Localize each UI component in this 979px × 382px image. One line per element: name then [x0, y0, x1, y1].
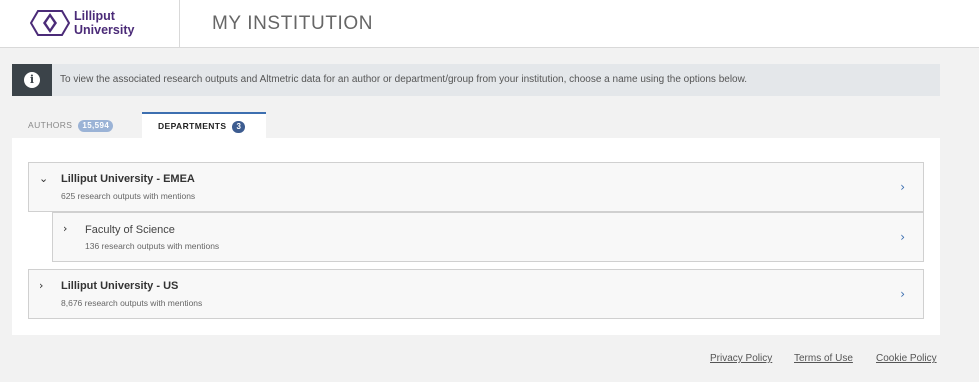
department-outputs: 8,676 research outputs with mentions — [61, 298, 203, 308]
info-banner: i To view the associated research output… — [12, 64, 940, 96]
department-outputs: 625 research outputs with mentions — [61, 191, 196, 201]
tab-departments[interactable]: DEPARTMENTS 3 — [142, 112, 266, 138]
department-row-faculty-of-science[interactable]: › Faculty of Science 136 research output… — [52, 212, 924, 262]
chevron-right-icon[interactable]: › — [900, 287, 905, 301]
logo-line-1: Lilliput — [74, 9, 115, 23]
info-text: To view the associated research outputs … — [60, 74, 748, 85]
logo-line-2: University — [74, 23, 135, 37]
chevron-right-expand-icon[interactable]: › — [63, 222, 67, 235]
department-row-us[interactable]: › Lilliput University - US 8,676 researc… — [28, 269, 924, 319]
info-icon: i — [24, 72, 40, 88]
top-header: Lilliput University MY INSTITUTION — [0, 0, 979, 48]
logo-diamond-icon — [30, 10, 70, 36]
chevron-down-icon[interactable]: ⌄ — [39, 172, 48, 185]
department-name: Faculty of Science — [85, 224, 175, 236]
tab-departments-label: DEPARTMENTS — [158, 121, 227, 131]
departments-count-badge: 3 — [232, 120, 246, 133]
chevron-right-expand-icon[interactable]: › — [39, 279, 43, 292]
terms-of-use-link[interactable]: Terms of Use — [794, 353, 853, 364]
privacy-policy-link[interactable]: Privacy Policy — [710, 353, 772, 364]
department-outputs: 136 research outputs with mentions — [85, 241, 220, 251]
page-title: MY INSTITUTION — [212, 13, 374, 34]
department-row-emea[interactable]: ⌄ Lilliput University - EMEA 625 researc… — [28, 162, 924, 212]
tab-authors[interactable]: AUTHORS 15,594 — [12, 113, 140, 138]
authors-count-badge: 15,594 — [78, 119, 114, 132]
tab-authors-label: AUTHORS — [28, 120, 73, 130]
university-logo[interactable]: Lilliput University — [30, 8, 150, 40]
header-divider — [179, 0, 180, 47]
chevron-right-icon[interactable]: › — [900, 230, 905, 244]
logo-text: Lilliput University — [74, 9, 134, 37]
department-name: Lilliput University - EMEA — [61, 173, 195, 185]
chevron-right-icon[interactable]: › — [900, 180, 905, 194]
info-icon-box: i — [12, 64, 52, 96]
departments-panel: ⌄ Lilliput University - EMEA 625 researc… — [12, 138, 940, 335]
cookie-policy-link[interactable]: Cookie Policy — [876, 353, 937, 364]
department-name: Lilliput University - US — [61, 280, 179, 292]
